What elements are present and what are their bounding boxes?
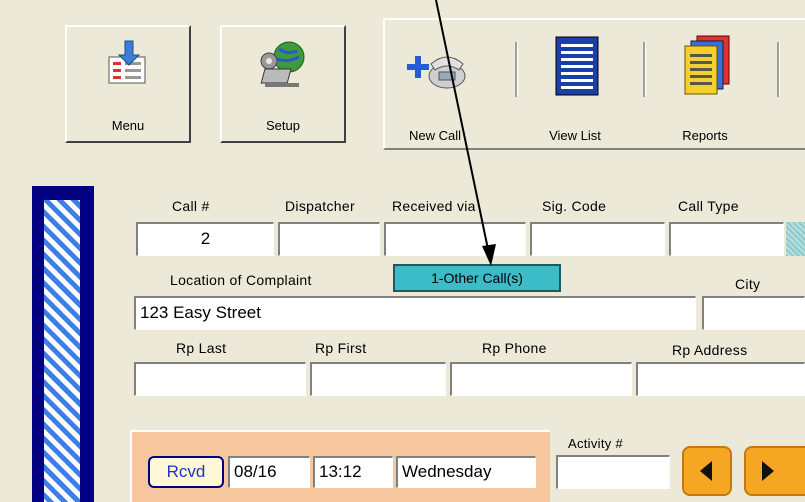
dispatch-window: Menu Setup New Call View List Reports Ca… bbox=[0, 0, 805, 502]
annotation-arrow bbox=[435, 0, 496, 266]
